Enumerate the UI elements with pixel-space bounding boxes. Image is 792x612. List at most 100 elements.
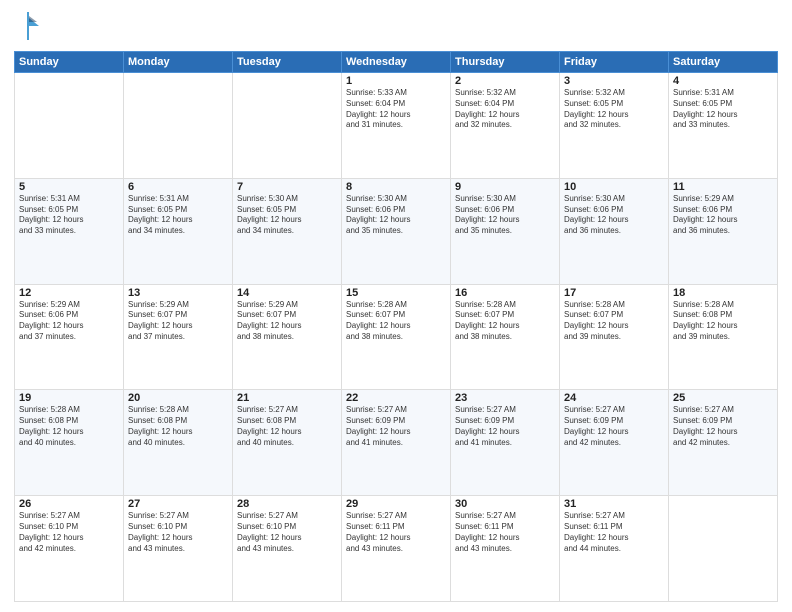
cell-info: Sunrise: 5:27 AM Sunset: 6:09 PM Dayligh…: [564, 405, 664, 448]
calendar-header-row: SundayMondayTuesdayWednesdayThursdayFrid…: [15, 52, 778, 73]
cell-day-number: 16: [455, 287, 555, 299]
cell-info: Sunrise: 5:27 AM Sunset: 6:08 PM Dayligh…: [237, 405, 337, 448]
calendar-week-row: 26Sunrise: 5:27 AM Sunset: 6:10 PM Dayli…: [15, 496, 778, 602]
cell-info: Sunrise: 5:28 AM Sunset: 6:08 PM Dayligh…: [128, 405, 228, 448]
cell-day-number: 12: [19, 287, 119, 299]
cell-day-number: 26: [19, 498, 119, 510]
cell-info: Sunrise: 5:30 AM Sunset: 6:05 PM Dayligh…: [237, 194, 337, 237]
cell-day-number: 29: [346, 498, 446, 510]
cell-info: Sunrise: 5:31 AM Sunset: 6:05 PM Dayligh…: [673, 88, 773, 131]
cell-day-number: 6: [128, 181, 228, 193]
cell-day-number: 17: [564, 287, 664, 299]
calendar-cell: 14Sunrise: 5:29 AM Sunset: 6:07 PM Dayli…: [233, 284, 342, 390]
cell-day-number: 8: [346, 181, 446, 193]
cell-info: Sunrise: 5:27 AM Sunset: 6:11 PM Dayligh…: [346, 511, 446, 554]
calendar-cell: 28Sunrise: 5:27 AM Sunset: 6:10 PM Dayli…: [233, 496, 342, 602]
calendar-cell: 15Sunrise: 5:28 AM Sunset: 6:07 PM Dayli…: [342, 284, 451, 390]
cell-day-number: 30: [455, 498, 555, 510]
calendar-cell: 13Sunrise: 5:29 AM Sunset: 6:07 PM Dayli…: [124, 284, 233, 390]
calendar-week-row: 19Sunrise: 5:28 AM Sunset: 6:08 PM Dayli…: [15, 390, 778, 496]
day-header-saturday: Saturday: [669, 52, 778, 73]
cell-info: Sunrise: 5:28 AM Sunset: 6:08 PM Dayligh…: [19, 405, 119, 448]
cell-day-number: 5: [19, 181, 119, 193]
cell-day-number: 10: [564, 181, 664, 193]
day-header-friday: Friday: [560, 52, 669, 73]
calendar-cell: 20Sunrise: 5:28 AM Sunset: 6:08 PM Dayli…: [124, 390, 233, 496]
calendar-cell: 22Sunrise: 5:27 AM Sunset: 6:09 PM Dayli…: [342, 390, 451, 496]
cell-day-number: 19: [19, 392, 119, 404]
cell-info: Sunrise: 5:29 AM Sunset: 6:07 PM Dayligh…: [237, 300, 337, 343]
calendar-cell: 27Sunrise: 5:27 AM Sunset: 6:10 PM Dayli…: [124, 496, 233, 602]
day-header-sunday: Sunday: [15, 52, 124, 73]
cell-info: Sunrise: 5:27 AM Sunset: 6:11 PM Dayligh…: [564, 511, 664, 554]
calendar-cell: 25Sunrise: 5:27 AM Sunset: 6:09 PM Dayli…: [669, 390, 778, 496]
page: SundayMondayTuesdayWednesdayThursdayFrid…: [0, 0, 792, 612]
day-header-thursday: Thursday: [451, 52, 560, 73]
cell-day-number: 31: [564, 498, 664, 510]
cell-info: Sunrise: 5:27 AM Sunset: 6:10 PM Dayligh…: [237, 511, 337, 554]
cell-info: Sunrise: 5:32 AM Sunset: 6:04 PM Dayligh…: [455, 88, 555, 131]
cell-info: Sunrise: 5:29 AM Sunset: 6:06 PM Dayligh…: [19, 300, 119, 343]
cell-day-number: 13: [128, 287, 228, 299]
cell-info: Sunrise: 5:33 AM Sunset: 6:04 PM Dayligh…: [346, 88, 446, 131]
calendar-cell: 17Sunrise: 5:28 AM Sunset: 6:07 PM Dayli…: [560, 284, 669, 390]
cell-info: Sunrise: 5:27 AM Sunset: 6:10 PM Dayligh…: [19, 511, 119, 554]
cell-day-number: 7: [237, 181, 337, 193]
cell-info: Sunrise: 5:29 AM Sunset: 6:07 PM Dayligh…: [128, 300, 228, 343]
cell-info: Sunrise: 5:28 AM Sunset: 6:07 PM Dayligh…: [564, 300, 664, 343]
cell-info: Sunrise: 5:31 AM Sunset: 6:05 PM Dayligh…: [128, 194, 228, 237]
logo-bird-icon: [17, 12, 39, 45]
cell-info: Sunrise: 5:32 AM Sunset: 6:05 PM Dayligh…: [564, 88, 664, 131]
day-header-monday: Monday: [124, 52, 233, 73]
cell-info: Sunrise: 5:27 AM Sunset: 6:10 PM Dayligh…: [128, 511, 228, 554]
calendar-cell: 29Sunrise: 5:27 AM Sunset: 6:11 PM Dayli…: [342, 496, 451, 602]
cell-info: Sunrise: 5:28 AM Sunset: 6:07 PM Dayligh…: [346, 300, 446, 343]
cell-day-number: 14: [237, 287, 337, 299]
cell-info: Sunrise: 5:28 AM Sunset: 6:08 PM Dayligh…: [673, 300, 773, 343]
cell-day-number: 1: [346, 75, 446, 87]
calendar-cell: 10Sunrise: 5:30 AM Sunset: 6:06 PM Dayli…: [560, 178, 669, 284]
calendar-cell: 8Sunrise: 5:30 AM Sunset: 6:06 PM Daylig…: [342, 178, 451, 284]
cell-day-number: 4: [673, 75, 773, 87]
calendar-cell: 7Sunrise: 5:30 AM Sunset: 6:05 PM Daylig…: [233, 178, 342, 284]
calendar-cell: [15, 73, 124, 179]
calendar-cell: 18Sunrise: 5:28 AM Sunset: 6:08 PM Dayli…: [669, 284, 778, 390]
cell-info: Sunrise: 5:30 AM Sunset: 6:06 PM Dayligh…: [564, 194, 664, 237]
cell-info: Sunrise: 5:30 AM Sunset: 6:06 PM Dayligh…: [346, 194, 446, 237]
cell-day-number: 15: [346, 287, 446, 299]
cell-day-number: 25: [673, 392, 773, 404]
calendar-week-row: 1Sunrise: 5:33 AM Sunset: 6:04 PM Daylig…: [15, 73, 778, 179]
cell-day-number: 28: [237, 498, 337, 510]
cell-day-number: 11: [673, 181, 773, 193]
header: [14, 10, 778, 45]
cell-info: Sunrise: 5:27 AM Sunset: 6:09 PM Dayligh…: [346, 405, 446, 448]
calendar-cell: 4Sunrise: 5:31 AM Sunset: 6:05 PM Daylig…: [669, 73, 778, 179]
calendar-cell: 26Sunrise: 5:27 AM Sunset: 6:10 PM Dayli…: [15, 496, 124, 602]
cell-day-number: 9: [455, 181, 555, 193]
calendar-week-row: 5 Sunrise: 5:31 AM Sunset: 6:05 PM Daylig…: [15, 178, 778, 284]
calendar-cell: [124, 73, 233, 179]
cell-info: Sunrise: 5:29 AM Sunset: 6:06 PM Dayligh…: [673, 194, 773, 237]
cell-day-number: 22: [346, 392, 446, 404]
cell-day-number: 20: [128, 392, 228, 404]
calendar-cell: 6Sunrise: 5:31 AM Sunset: 6:05 PM Daylig…: [124, 178, 233, 284]
cell-day-number: 24: [564, 392, 664, 404]
calendar-cell: 12Sunrise: 5:29 AM Sunset: 6:06 PM Dayli…: [15, 284, 124, 390]
calendar-cell: 23Sunrise: 5:27 AM Sunset: 6:09 PM Dayli…: [451, 390, 560, 496]
calendar-cell: 24Sunrise: 5:27 AM Sunset: 6:09 PM Dayli…: [560, 390, 669, 496]
calendar-week-row: 12Sunrise: 5:29 AM Sunset: 6:06 PM Dayli…: [15, 284, 778, 390]
calendar-cell: 11Sunrise: 5:29 AM Sunset: 6:06 PM Dayli…: [669, 178, 778, 284]
calendar-cell: [669, 496, 778, 602]
calendar-cell: 31Sunrise: 5:27 AM Sunset: 6:11 PM Dayli…: [560, 496, 669, 602]
cell-day-number: 23: [455, 392, 555, 404]
calendar-cell: 1Sunrise: 5:33 AM Sunset: 6:04 PM Daylig…: [342, 73, 451, 179]
calendar-cell: 2Sunrise: 5:32 AM Sunset: 6:04 PM Daylig…: [451, 73, 560, 179]
calendar-cell: [233, 73, 342, 179]
logo: [14, 10, 39, 45]
cell-info: Sunrise: 5:30 AM Sunset: 6:06 PM Dayligh…: [455, 194, 555, 237]
calendar-cell: 19Sunrise: 5:28 AM Sunset: 6:08 PM Dayli…: [15, 390, 124, 496]
calendar-cell: 30Sunrise: 5:27 AM Sunset: 6:11 PM Dayli…: [451, 496, 560, 602]
calendar-table: SundayMondayTuesdayWednesdayThursdayFrid…: [14, 51, 778, 602]
cell-day-number: 27: [128, 498, 228, 510]
cell-day-number: 18: [673, 287, 773, 299]
